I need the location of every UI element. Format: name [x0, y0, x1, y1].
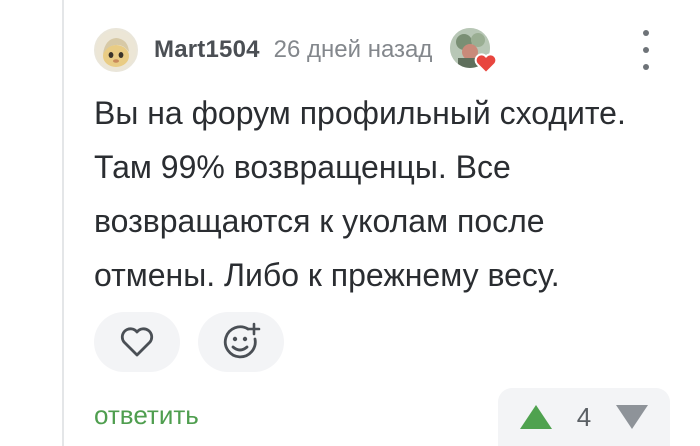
comment-line: возвращаются к уколам после — [94, 203, 545, 239]
comment-timestamp: 26 дней назад — [273, 36, 433, 63]
user-avatar[interactable] — [94, 28, 138, 72]
reply-link[interactable]: ответить — [94, 400, 199, 431]
comment-page: Mart1504 26 дней назад Вы на форум профи… — [0, 0, 700, 446]
comment-text: Вы на форум профильный сходите. Там 99% … — [94, 86, 684, 302]
smiley-plus-icon — [223, 322, 261, 359]
menu-dot — [643, 30, 649, 36]
badge-avatar — [450, 28, 498, 74]
thread-line — [62, 0, 64, 446]
heart-badge-icon — [475, 53, 498, 74]
menu-dot — [643, 64, 649, 70]
comment-line: Там 99% возвращенцы. Все — [94, 149, 511, 185]
like-button[interactable] — [94, 312, 180, 372]
triangle-up-icon — [520, 405, 552, 429]
add-reaction-button[interactable] — [198, 312, 284, 372]
comment-line: Вы на форум профильный сходите. — [94, 95, 626, 131]
comment-header: Mart1504 26 дней назад — [94, 24, 680, 76]
comment-line: отмены. Либо к прежнему весу. — [94, 257, 560, 293]
avatar-image — [96, 30, 136, 70]
rating-count: 4 — [576, 401, 592, 432]
triangle-down-icon — [616, 405, 648, 429]
menu-dot — [643, 47, 649, 53]
comment-actions — [94, 312, 284, 372]
downvote-button[interactable] — [614, 403, 650, 431]
heart-outline-icon — [120, 327, 154, 357]
upvote-button[interactable] — [518, 403, 554, 431]
username[interactable]: Mart1504 — [154, 36, 260, 64]
rating-widget: 4 — [498, 388, 670, 446]
more-options-icon[interactable] — [636, 30, 656, 70]
